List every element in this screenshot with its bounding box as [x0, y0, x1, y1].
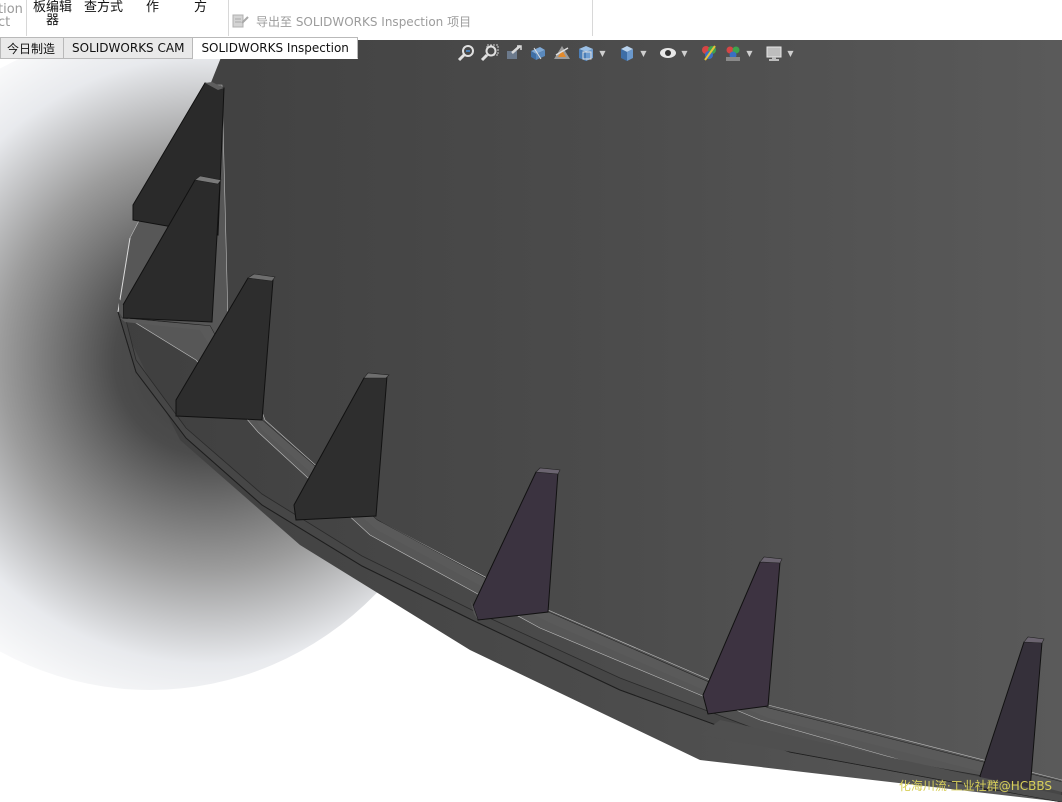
display-style-icon[interactable] — [616, 42, 638, 64]
ribbon-button-operation-label: 作 — [146, 0, 160, 15]
tab-solidworks-cam[interactable]: SOLIDWORKS CAM — [64, 37, 194, 59]
watermark-text: 化海川流·工业社群@HCBBS — [898, 779, 1052, 793]
ribbon-button-method[interactable]: 方 — [180, 0, 224, 36]
view-orientation-icon[interactable] — [575, 42, 597, 64]
tab-solidworks-inspection[interactable]: SOLIDWORKS Inspection — [193, 37, 358, 59]
model-render — [0, 0, 1062, 802]
ribbon-button-editor-line2: 器 — [46, 13, 60, 28]
view-orientation-dropdown-icon[interactable]: ▼ — [599, 42, 606, 64]
section-view-icon[interactable] — [527, 42, 549, 64]
dynamic-annotation-views-icon[interactable] — [551, 42, 573, 64]
ribbon-button-check-method-label: 查方式 — [84, 0, 124, 15]
ribbon-button-check-method[interactable]: 查方式 — [80, 0, 130, 36]
export-icon — [232, 14, 249, 28]
ribbon-partial-label-2: ct — [0, 15, 11, 30]
previous-view-icon[interactable] — [503, 42, 525, 64]
view-settings-dropdown-icon[interactable]: ▼ — [787, 42, 794, 64]
display-style-dropdown-icon[interactable]: ▼ — [640, 42, 647, 64]
apply-scene-icon[interactable] — [722, 42, 744, 64]
ribbon-button-method-label: 方 — [194, 0, 208, 15]
export-to-inspection-label: 导出至 SOLIDWORKS Inspection 项目 — [256, 14, 472, 29]
hide-show-items-icon[interactable] — [657, 42, 679, 64]
ribbon-button-editor[interactable]: 板编辑 器 — [28, 0, 76, 36]
heads-up-view-toolbar: ▼ ▼ ▼ ▼ ▼ — [455, 42, 794, 64]
graphics-viewport[interactable]: ▼ ▼ ▼ ▼ ▼ 化海川流·工业社群@HCBBS — [0, 0, 1062, 802]
apply-scene-dropdown-icon[interactable]: ▼ — [746, 42, 753, 64]
view-settings-icon[interactable] — [763, 42, 785, 64]
hide-show-dropdown-icon[interactable]: ▼ — [681, 42, 688, 64]
ribbon-button-operation[interactable]: 作 — [134, 0, 174, 36]
command-manager-ribbon: tion ct 板编辑 器 查方式 作 方 导出至 SOLIDWORKS Ins… — [0, 0, 1062, 37]
zoom-to-area-icon[interactable] — [479, 42, 501, 64]
zoom-to-fit-icon[interactable] — [455, 42, 477, 64]
tab-today-manufacturing[interactable]: 今日制造 — [0, 37, 65, 59]
command-manager-tabs: 今日制造 SOLIDWORKS CAM SOLIDWORKS Inspectio… — [0, 37, 358, 59]
edit-appearance-icon[interactable] — [698, 42, 720, 64]
export-to-inspection-button[interactable]: 导出至 SOLIDWORKS Inspection 项目 — [232, 12, 471, 30]
